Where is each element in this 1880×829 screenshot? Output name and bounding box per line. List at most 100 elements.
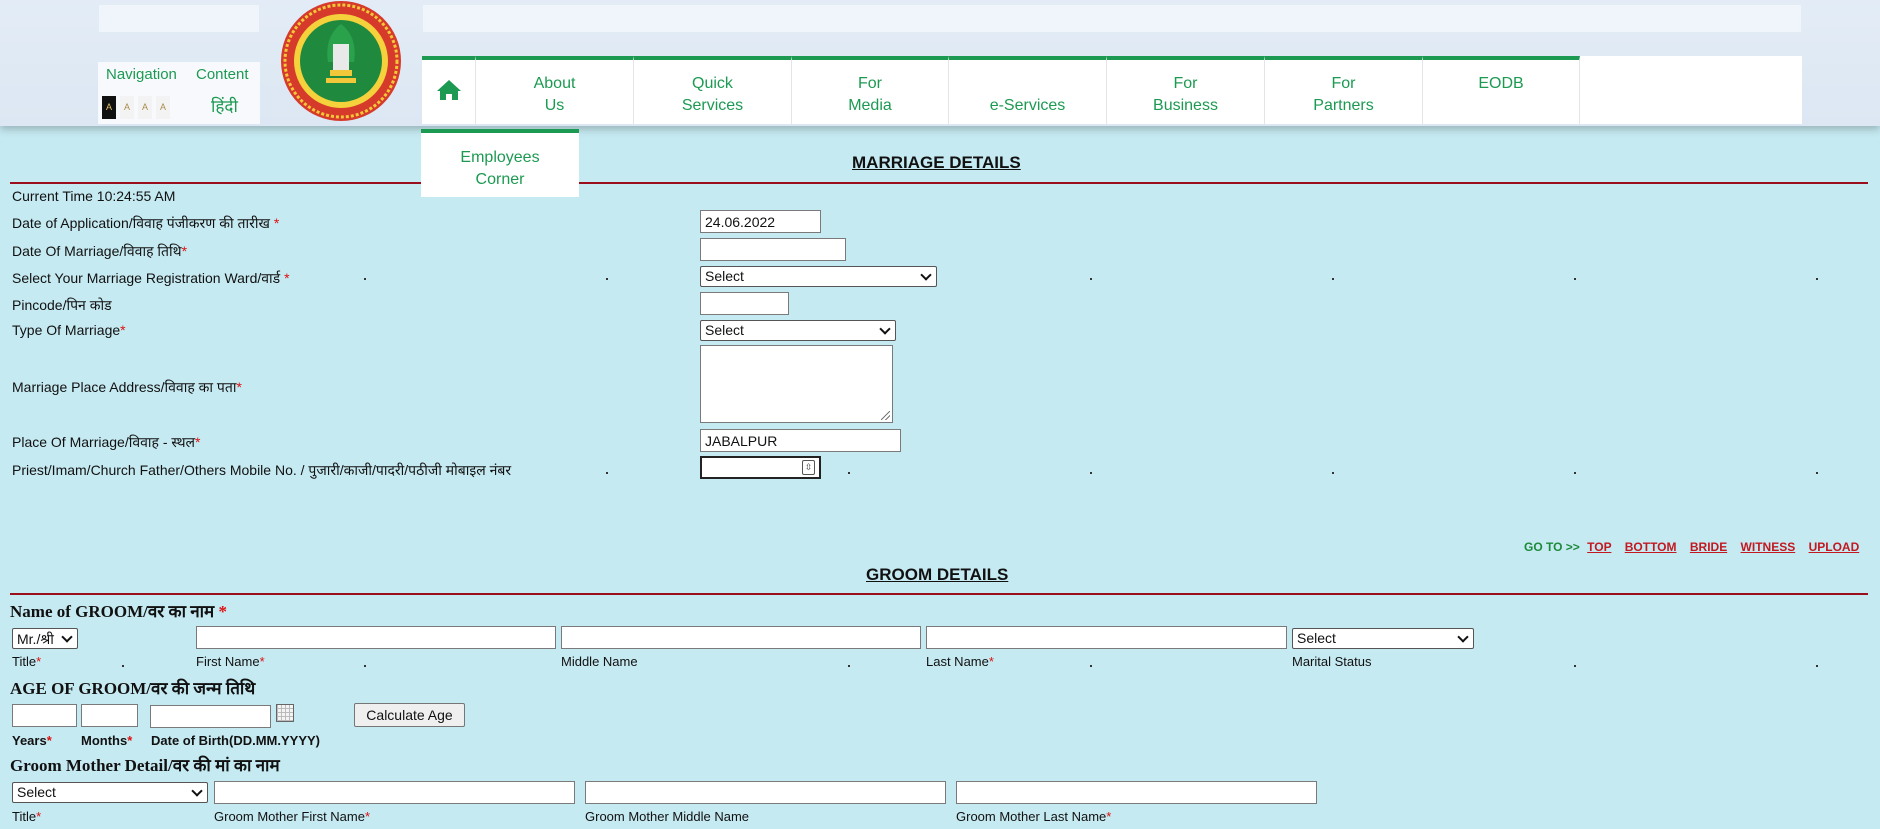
groom-mother-first-name-label-text: Groom Mother First Name xyxy=(214,809,365,824)
marriage-place-input[interactable] xyxy=(700,429,901,452)
priest-mobile-input[interactable]: ⇳ xyxy=(700,456,821,479)
application-date-label: Date of Application/विवाह पंजीकरण की तार… xyxy=(12,214,279,233)
pincode-input[interactable] xyxy=(700,292,789,315)
dot-marker xyxy=(1090,278,1092,280)
application-date-input[interactable] xyxy=(700,210,821,233)
groom-age-years-input[interactable] xyxy=(12,704,77,727)
ward-select[interactable]: Select xyxy=(700,266,937,287)
hindi-language-link[interactable]: हिंदी xyxy=(211,94,238,117)
goto-bottom-link[interactable]: BOTTOM xyxy=(1625,540,1677,554)
required-mark: * xyxy=(236,379,242,395)
groom-first-name-input[interactable] xyxy=(196,626,556,649)
groom-mother-last-name-input[interactable] xyxy=(956,781,1317,804)
groom-name-heading: Name of GROOM/वर का नाम * xyxy=(10,599,227,622)
groom-last-name-input[interactable] xyxy=(926,626,1287,649)
nav-for-partners[interactable]: For Partners xyxy=(1265,56,1423,124)
groom-years-label: Years* xyxy=(12,733,52,748)
calendar-icon[interactable] xyxy=(276,704,294,722)
dot-marker xyxy=(848,472,850,474)
section-divider xyxy=(10,593,1868,595)
groom-mother-middle-name-label: Groom Mother Middle Name xyxy=(585,809,749,824)
dot-marker xyxy=(1816,472,1818,474)
dot-marker xyxy=(1816,278,1818,280)
section-divider xyxy=(10,182,1868,184)
groom-title-select[interactable]: Mr./श्री xyxy=(12,628,78,649)
goto-upload-link[interactable]: UPLOAD xyxy=(1809,540,1860,554)
dot-marker xyxy=(364,278,366,280)
dot-marker xyxy=(1574,278,1576,280)
resize-grip-icon[interactable] xyxy=(881,411,890,420)
required-mark: * xyxy=(1106,809,1112,824)
marriage-date-label: Date Of Marriage/विवाह तिथि* xyxy=(12,242,187,261)
dot-marker xyxy=(1090,665,1092,667)
nav-about-us[interactable]: About Us xyxy=(476,56,634,124)
pincode-label: Pincode/पिन कोड xyxy=(12,297,112,313)
goto-bride-link[interactable]: BRIDE xyxy=(1690,540,1727,554)
dot-marker xyxy=(1574,665,1576,667)
font-size-small-button[interactable]: A xyxy=(120,96,134,119)
groom-middle-name-input[interactable] xyxy=(561,626,921,649)
goto-top-link[interactable]: TOP xyxy=(1587,540,1611,554)
groom-marital-status-select[interactable]: Select xyxy=(1292,628,1474,649)
groom-months-label: Months* xyxy=(81,733,132,748)
marriage-date-label-text: Date Of Marriage/विवाह तिथि xyxy=(12,243,182,259)
site-header: Navigation Content हिंदी A A A A About U… xyxy=(0,0,1880,126)
nav-about-us-label: About Us xyxy=(533,75,576,114)
groom-mother-middle-name-input[interactable] xyxy=(585,781,946,804)
nav-for-media[interactable]: For Media xyxy=(792,56,949,124)
required-mark: * xyxy=(181,243,188,259)
number-spinner-icon[interactable]: ⇳ xyxy=(802,460,815,475)
current-time: Current Time 10:24:55 AM xyxy=(12,188,176,204)
nav-e-services[interactable]: e-Services xyxy=(949,56,1107,124)
groom-age-heading: AGE OF GROOM/वर की जन्म तिथि xyxy=(10,679,256,698)
groom-title-label: Title* xyxy=(12,654,41,669)
goto-witness-link[interactable]: WITNESS xyxy=(1741,540,1796,554)
required-mark: * xyxy=(195,434,201,450)
nav-for-business[interactable]: For Business xyxy=(1107,56,1265,124)
font-size-large-button[interactable]: A xyxy=(156,96,170,119)
nav-dropdown-employees-corner[interactable]: Employees Corner xyxy=(421,129,579,197)
groom-mother-title-select[interactable]: Select xyxy=(12,782,208,803)
calculate-age-button[interactable]: Calculate Age xyxy=(354,703,465,727)
required-mark: * xyxy=(273,215,280,231)
groom-mother-title-label: Title* xyxy=(12,809,41,824)
required-mark: * xyxy=(284,270,290,286)
main-navigation: About Us Quick Services For Media e-Serv… xyxy=(422,56,1802,124)
nav-eodb[interactable]: EODB xyxy=(1423,56,1580,124)
nav-quick-services[interactable]: Quick Services xyxy=(634,56,792,124)
goto-prefix: GO TO >> xyxy=(1524,540,1580,554)
chevron-down-icon xyxy=(920,269,932,281)
groom-mother-title-value: Select xyxy=(17,784,56,800)
skip-to-content-link[interactable]: Content xyxy=(196,66,249,83)
nav-home[interactable] xyxy=(422,56,476,124)
groom-dob-input[interactable] xyxy=(150,705,271,728)
header-search-placeholder xyxy=(98,4,260,33)
groom-months-label-text: Months xyxy=(81,733,128,748)
dot-marker xyxy=(364,665,366,667)
state-emblem-logo[interactable] xyxy=(278,0,404,122)
required-mark: * xyxy=(988,654,994,669)
groom-middle-name-label: Middle Name xyxy=(561,654,638,669)
groom-age-months-input[interactable] xyxy=(81,704,138,727)
skip-to-navigation-link[interactable]: Navigation xyxy=(106,66,177,83)
nav-eodb-label: EODB xyxy=(1478,75,1524,92)
font-size-contrast-button[interactable]: A xyxy=(102,96,116,119)
groom-marital-status-value: Select xyxy=(1297,630,1336,646)
header-top-bar xyxy=(422,4,1802,33)
marriage-address-label-text: Marriage Place Address/विवाह का पता xyxy=(12,379,237,395)
priest-mobile-label: Priest/Imam/Church Father/Others Mobile … xyxy=(12,462,512,478)
marriage-type-select[interactable]: Select xyxy=(700,320,896,341)
ward-select-value: Select xyxy=(705,268,744,284)
required-mark: * xyxy=(120,322,126,338)
groom-first-name-label: First Name* xyxy=(196,654,265,669)
marriage-address-textarea[interactable] xyxy=(700,345,893,423)
marriage-date-input[interactable] xyxy=(700,238,846,261)
application-date-label-text: Date of Application/विवाह पंजीकरण की तार… xyxy=(12,215,270,231)
required-mark: * xyxy=(218,602,227,621)
chevron-down-icon xyxy=(61,631,73,643)
dot-marker xyxy=(1090,472,1092,474)
dot-marker xyxy=(606,278,608,280)
nav-quick-services-label: Quick Services xyxy=(681,75,744,114)
groom-mother-first-name-input[interactable] xyxy=(214,781,575,804)
font-size-medium-button[interactable]: A xyxy=(138,96,152,119)
